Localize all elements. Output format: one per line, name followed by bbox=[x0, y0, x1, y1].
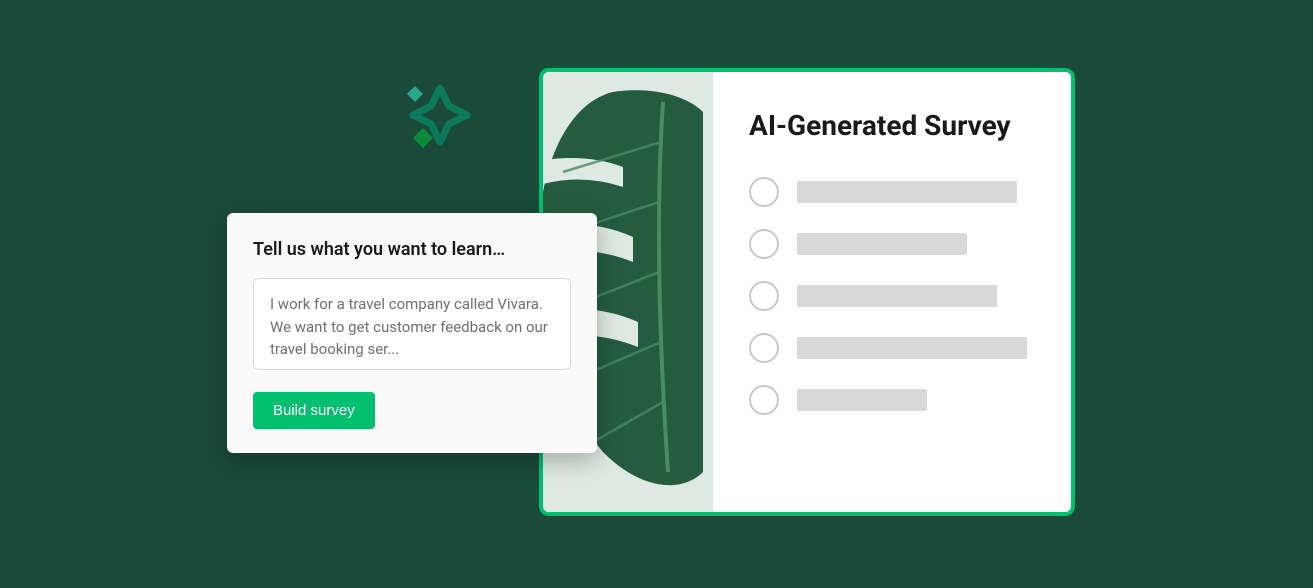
radio-icon bbox=[749, 177, 779, 207]
survey-option-placeholder bbox=[749, 177, 1035, 207]
radio-icon bbox=[749, 333, 779, 363]
radio-icon bbox=[749, 229, 779, 259]
survey-option-placeholder bbox=[749, 281, 1035, 311]
survey-option-placeholder bbox=[749, 229, 1035, 259]
option-text-placeholder bbox=[797, 337, 1027, 359]
radio-icon bbox=[749, 281, 779, 311]
prompt-title: Tell us what you want to learn… bbox=[253, 239, 571, 260]
prompt-card: Tell us what you want to learn… Build su… bbox=[227, 213, 597, 453]
survey-preview-card: AI-Generated Survey bbox=[539, 68, 1075, 516]
radio-icon bbox=[749, 385, 779, 415]
option-text-placeholder bbox=[797, 285, 997, 307]
option-text-placeholder bbox=[797, 181, 1017, 203]
prompt-textarea[interactable] bbox=[253, 278, 571, 370]
survey-option-placeholder bbox=[749, 385, 1035, 415]
ai-sparkle-icon bbox=[395, 80, 475, 160]
option-text-placeholder bbox=[797, 233, 967, 255]
survey-content: AI-Generated Survey bbox=[713, 72, 1071, 512]
build-survey-button[interactable]: Build survey bbox=[253, 392, 375, 429]
survey-title: AI-Generated Survey bbox=[749, 108, 1035, 143]
survey-option-placeholder bbox=[749, 333, 1035, 363]
option-text-placeholder bbox=[797, 389, 927, 411]
